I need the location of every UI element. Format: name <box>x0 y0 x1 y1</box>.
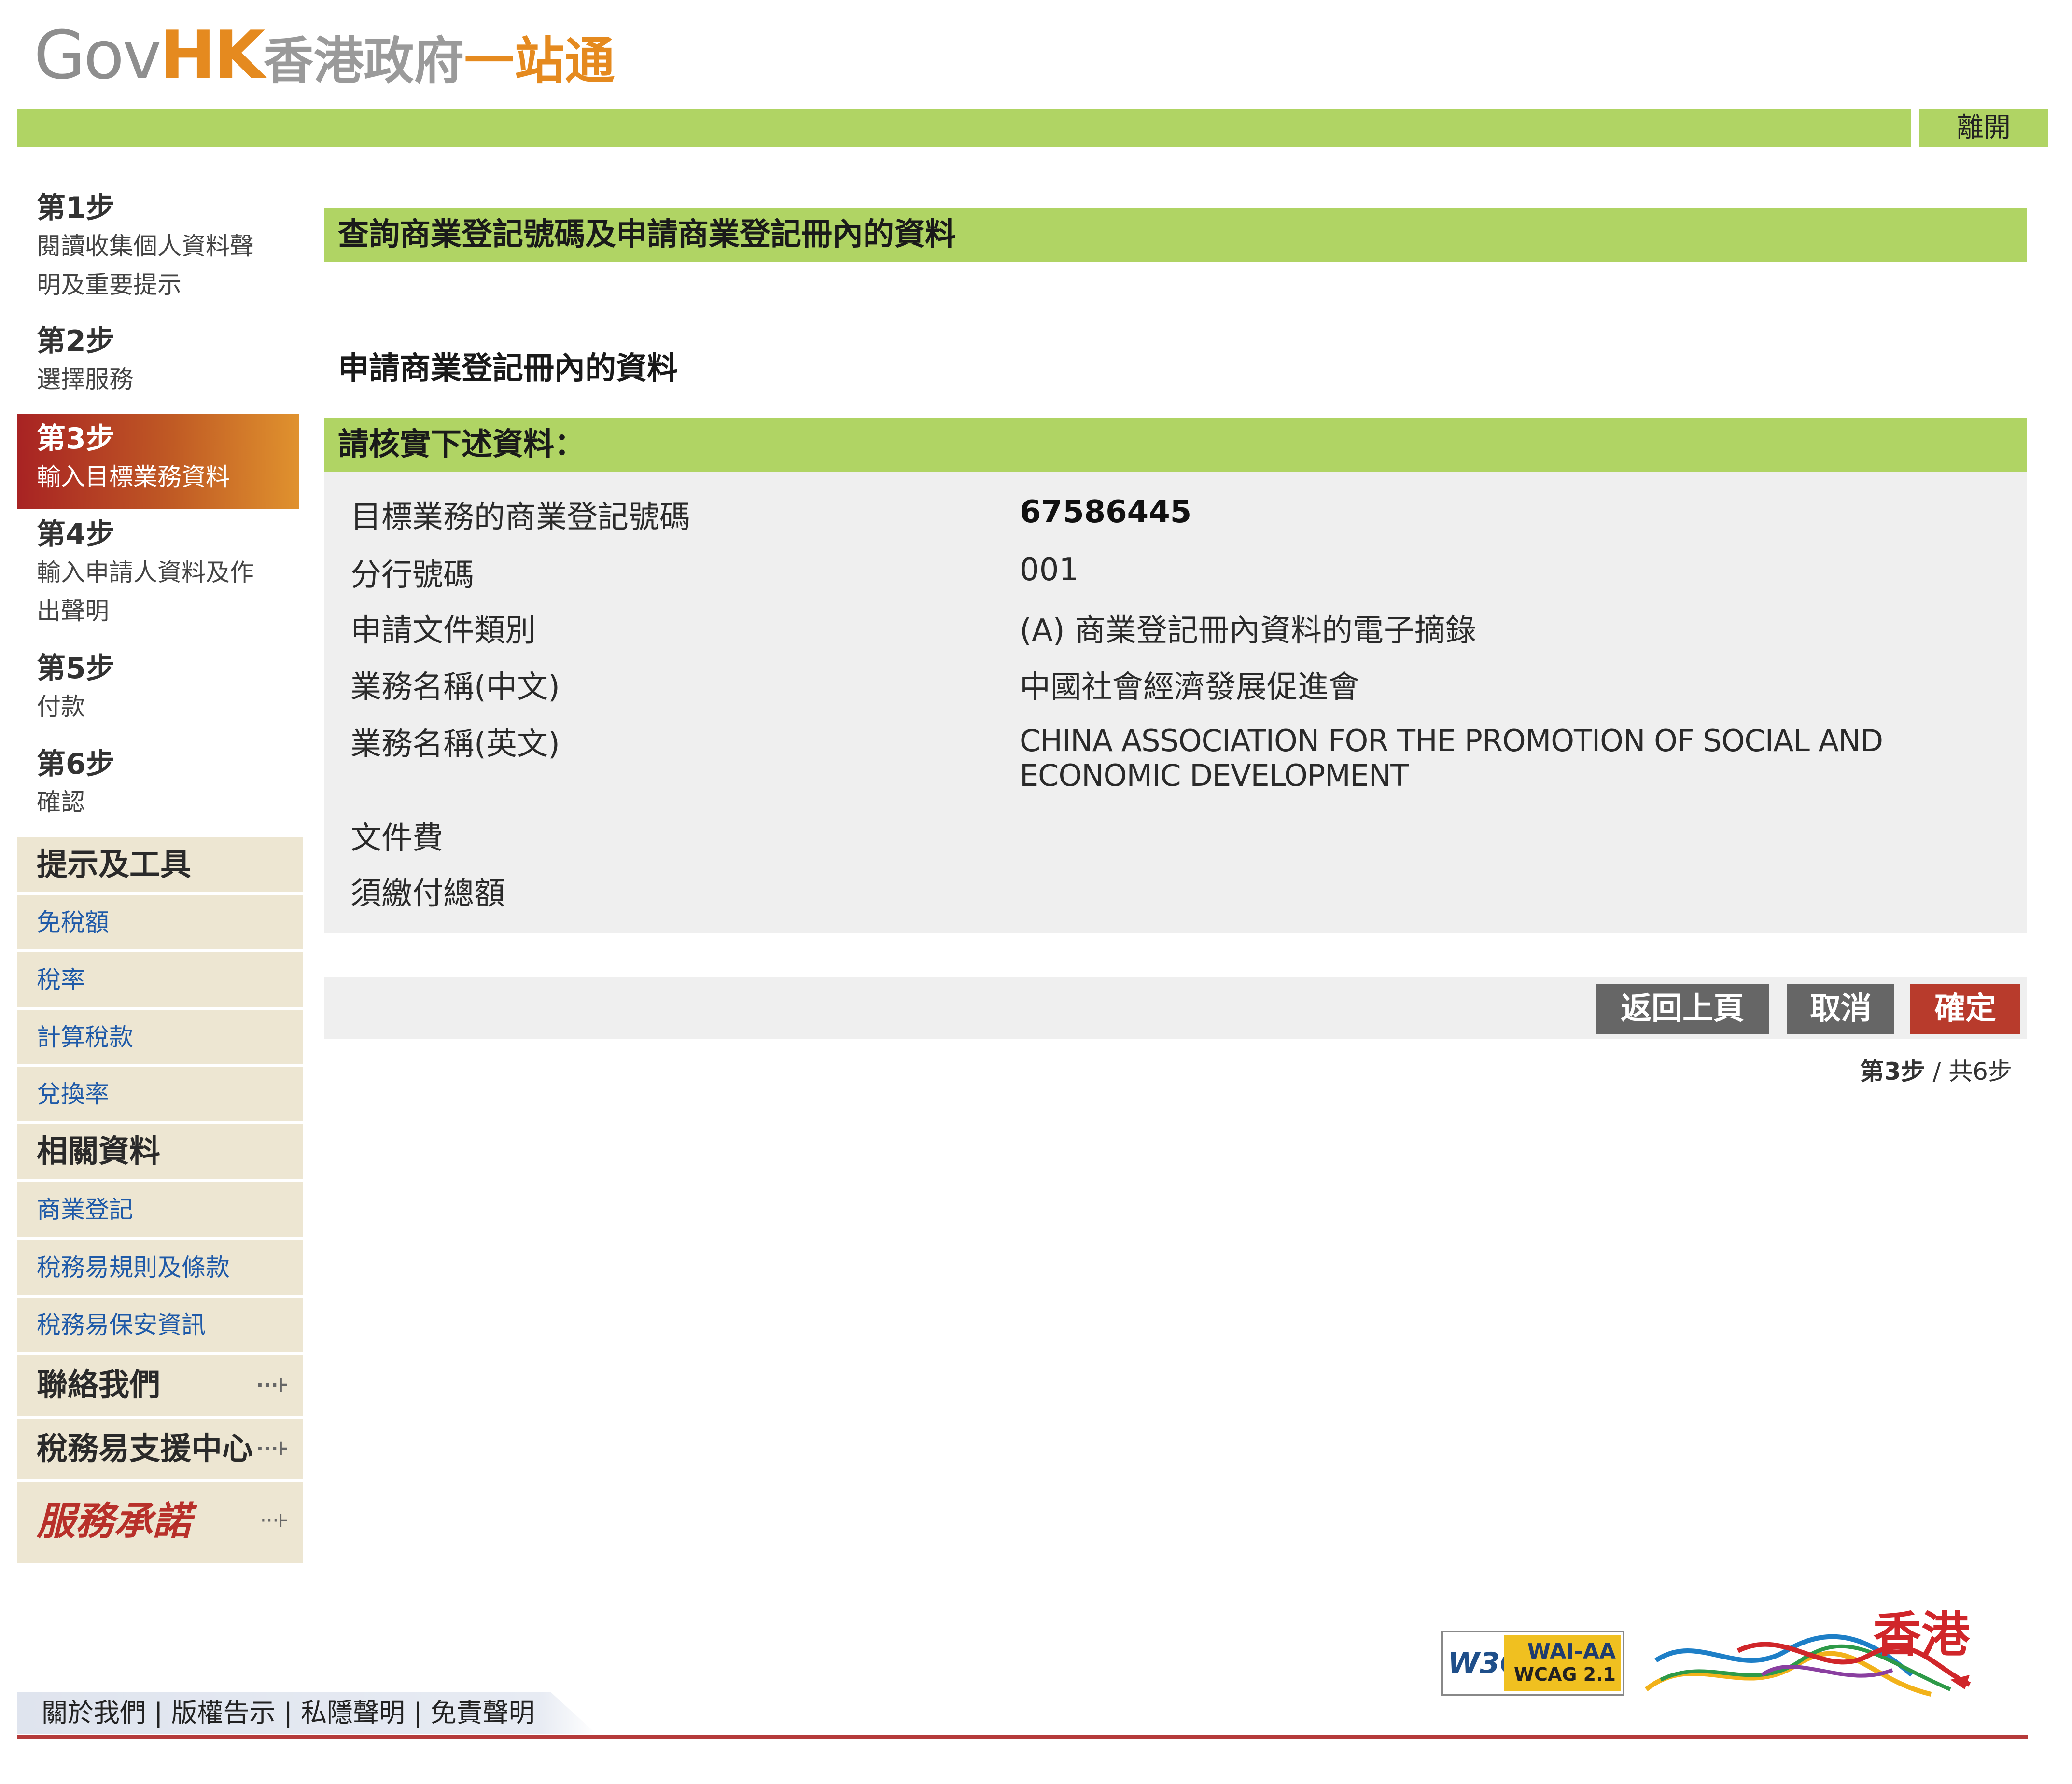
etax-support-link[interactable]: 稅務易支援中心 ···⊦ <box>17 1419 303 1482</box>
step-4: 第4步 輸入申請人資料及作 出聲明 <box>17 516 299 630</box>
step-1: 第1步 閱讀收集個人資料聲 明及重要提示 <box>17 189 299 304</box>
step-desc: 輸入申請人資料及作 <box>37 558 254 586</box>
step-desc: 選擇服務 <box>37 365 133 393</box>
step-2: 第2步 選擇服務 <box>17 322 299 399</box>
logo-gov-text: Gov <box>34 16 162 94</box>
step-desc: 閱讀收集個人資料聲 <box>37 232 254 260</box>
label-br-number: 目標業務的商業登記號碼 <box>350 500 690 535</box>
service-pledge-link[interactable]: 服務承諾 ···⊦ <box>17 1482 303 1563</box>
footer-link-disclaimer[interactable]: 免責聲明 <box>431 1698 535 1728</box>
label-total-amount: 須繳付總額 <box>350 876 505 912</box>
step-3-active: 第3步 輸入目標業務資料 <box>17 414 299 509</box>
label-name-chinese: 業務名稱(中文) <box>350 669 560 705</box>
footer-separator: | <box>275 1698 301 1728</box>
wai-aa-text: WAI-AA <box>1527 1639 1616 1664</box>
step-counter: 第3步 / 共6步 <box>1860 1052 2012 1087</box>
label-branch-number: 分行號碼 <box>350 558 474 593</box>
link-exchange-rate[interactable]: 兌換率 <box>17 1067 303 1124</box>
step-separator: / <box>1925 1058 1949 1086</box>
arrow-right-icon: ···⊦ <box>256 1374 289 1396</box>
footer-links: 關於我們 | 版權告示 | 私隱聲明 | 免責聲明 <box>42 1692 535 1734</box>
top-bar <box>17 109 1911 147</box>
exit-button[interactable]: 離開 <box>1918 109 2048 147</box>
w3c-logo: W3C <box>1448 1646 1521 1680</box>
step-title: 第1步 <box>37 191 115 225</box>
arrow-right-icon: ···⊦ <box>256 1438 289 1460</box>
back-button[interactable]: 返回上頁 <box>1596 984 1769 1034</box>
step-desc: 出聲明 <box>37 597 109 625</box>
link-tax-allowance[interactable]: 免稅額 <box>17 895 303 952</box>
label-name-english: 業務名稱(英文) <box>350 726 560 762</box>
page-title: 查詢商業登記號碼及申請商業登記冊內的資料 <box>338 217 956 252</box>
value-name-english-line1: CHINA ASSOCIATION FOR THE PROMOTION OF S… <box>1020 723 1883 758</box>
value-br-number: 67586445 <box>1020 494 1192 530</box>
step-title: 第2步 <box>37 324 115 358</box>
link-tax-calculator[interactable]: 計算稅款 <box>17 1010 303 1067</box>
contact-us-link[interactable]: 聯絡我們 ···⊦ <box>17 1355 303 1419</box>
step-desc: 輸入目標業務資料 <box>37 463 230 491</box>
cancel-button[interactable]: 取消 <box>1787 984 1894 1034</box>
value-branch-number: 001 <box>1020 552 1079 588</box>
step-total: 共6步 <box>1948 1058 2012 1086</box>
footer-link-privacy[interactable]: 私隱聲明 <box>301 1698 405 1728</box>
footer-separator: | <box>146 1698 171 1728</box>
verify-title: 請核實下述資料： <box>338 427 585 462</box>
logo-zh2-text: 一站通 <box>464 31 615 90</box>
value-name-english-line2: ECONOMIC DEVELOPMENT <box>1020 758 1409 793</box>
step-title: 第3步 <box>37 422 115 456</box>
value-document-type: (A) 商業登記冊內資料的電子摘錄 <box>1020 613 1477 649</box>
brand-hong-kong-text: 香港 <box>1873 1606 1970 1663</box>
step-title: 第6步 <box>37 747 115 781</box>
step-title: 第4步 <box>37 517 115 551</box>
link-tax-rate[interactable]: 稅率 <box>17 952 303 1010</box>
step-current: 第3步 <box>1860 1058 1925 1086</box>
confirm-button[interactable]: 確定 <box>1910 984 2020 1034</box>
logo-hk-text: HK <box>160 16 265 94</box>
footer-line <box>17 1735 2028 1739</box>
link-business-registration[interactable]: 商業登記 <box>17 1182 303 1240</box>
govhk-logo[interactable]: GovHK香港政府一站通 <box>34 14 615 97</box>
step-desc: 付款 <box>37 693 85 721</box>
etax-support-label: 稅務易支援中心 <box>37 1431 253 1467</box>
step-5: 第5步 付款 <box>17 650 299 726</box>
wcag-badge[interactable]: W3C WAI-AA WCAG 2.1 <box>1441 1631 1624 1696</box>
link-etax-security[interactable]: 稅務易保安資訊 <box>17 1298 303 1355</box>
wcag-version-text: WCAG 2.1 <box>1514 1664 1616 1685</box>
wai-aa-label: WAI-AA WCAG 2.1 <box>1504 1635 1621 1691</box>
footer-link-about[interactable]: 關於我們 <box>42 1698 146 1728</box>
arrow-right-icon: ···⊦ <box>260 1510 289 1532</box>
button-bar <box>324 977 2027 1039</box>
footer-separator: | <box>405 1698 431 1728</box>
label-document-type: 申請文件類別 <box>350 613 536 649</box>
link-etax-terms[interactable]: 稅務易規則及條款 <box>17 1240 303 1298</box>
contact-us-label: 聯絡我們 <box>37 1367 160 1403</box>
step-6: 第6步 確認 <box>17 745 299 822</box>
service-pledge-label: 服務承諾 <box>37 1498 191 1544</box>
step-title: 第5步 <box>37 652 115 685</box>
section-title: 申請商業登記冊內的資料 <box>338 351 678 387</box>
logo-zh-text: 香港政府 <box>263 31 464 90</box>
value-name-chinese: 中國社會經濟發展促進會 <box>1020 669 1359 705</box>
step-desc: 確認 <box>37 788 85 816</box>
step-desc: 明及重要提示 <box>37 271 182 299</box>
tools-heading: 提示及工具 <box>17 837 303 895</box>
footer-link-copyright[interactable]: 版權告示 <box>171 1698 276 1728</box>
related-heading: 相關資料 <box>17 1124 303 1182</box>
label-document-fee: 文件費 <box>350 821 443 856</box>
